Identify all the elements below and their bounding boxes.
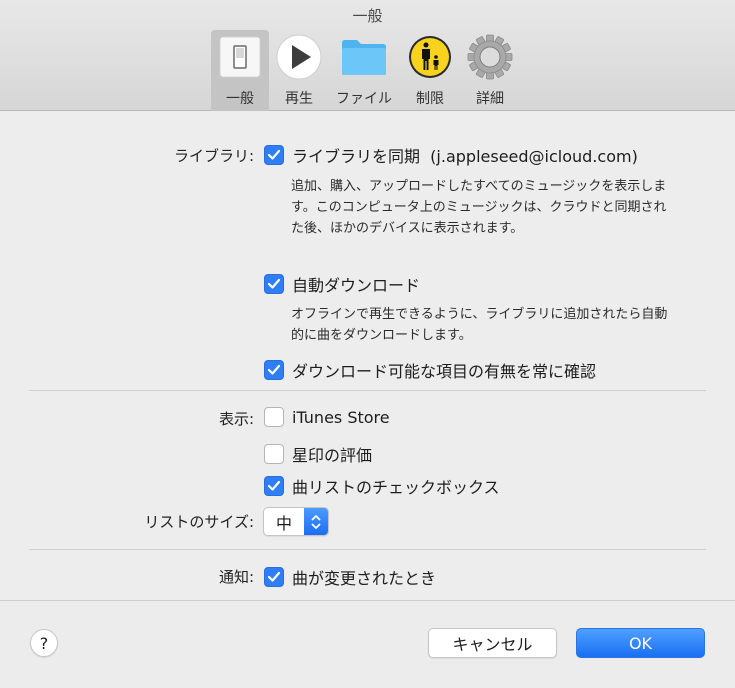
tab-label: 一般	[226, 91, 254, 107]
checkbox-checked-icon	[264, 274, 284, 294]
sync-library-checkbox[interactable]: ライブラリを同期 (j.appleseed@icloud.com)	[264, 143, 638, 167]
sync-library-description: 追加、購入、アップロードしたすべてのミュージックを表示します。このコンピュータ上…	[291, 179, 667, 236]
ok-button[interactable]: OK	[576, 628, 705, 658]
tab-files[interactable]: ファイル	[330, 30, 398, 111]
song-changes-label: 曲が変更されたとき	[292, 569, 437, 588]
check-downloads-checkbox[interactable]: ダウンロード可能な項目の有無を常に確認	[264, 358, 596, 382]
tab-playback[interactable]: 再生	[270, 30, 328, 111]
star-ratings-label: 星印の評価	[292, 446, 373, 465]
separator	[29, 390, 706, 391]
check-downloads-label: ダウンロード可能な項目の有無を常に確認	[292, 362, 597, 381]
cancel-button[interactable]: キャンセル	[428, 628, 557, 658]
footer-separator	[0, 600, 735, 601]
help-button[interactable]: ?	[30, 629, 58, 657]
tab-label: 再生	[285, 91, 313, 107]
up-down-chevron-icon	[304, 508, 328, 535]
help-icon: ?	[39, 633, 49, 653]
song-checkboxes-checkbox[interactable]: 曲リストのチェックボックス	[264, 474, 500, 498]
song-checkboxes-label: 曲リストのチェックボックス	[292, 478, 500, 497]
parental-controls-icon	[405, 32, 455, 82]
show-label: 表示:	[218, 410, 254, 428]
tab-label: 制限	[416, 91, 444, 107]
checkbox-checked-icon	[264, 476, 284, 496]
switch-icon	[215, 32, 265, 82]
checkbox-checked-icon	[264, 567, 284, 587]
checkbox-unchecked-icon	[264, 407, 284, 427]
list-size-popup[interactable]: 中	[263, 507, 329, 536]
library-label: ライブラリ:	[173, 147, 254, 165]
folder-icon	[339, 32, 389, 82]
checkbox-checked-icon	[264, 145, 284, 165]
gear-icon	[465, 32, 515, 82]
checkbox-unchecked-icon	[264, 444, 284, 464]
song-changes-checkbox[interactable]: 曲が変更されたとき	[264, 565, 436, 589]
tab-label: 詳細	[476, 91, 504, 107]
tab-label: ファイル	[336, 91, 392, 107]
preferences-toolbar: 一般 一般 再生 ファイル 制限 詳細	[0, 0, 735, 111]
star-ratings-checkbox[interactable]: 星印の評価	[264, 442, 372, 466]
separator	[29, 549, 706, 550]
itunes-store-label: iTunes Store	[292, 407, 390, 427]
tab-general[interactable]: 一般	[211, 30, 269, 111]
play-icon	[274, 32, 324, 82]
sync-library-label: ライブラリを同期 (j.appleseed@icloud.com)	[292, 147, 638, 166]
notifications-label: 通知:	[218, 568, 254, 586]
list-size-value: 中	[275, 513, 292, 533]
tab-advanced[interactable]: 詳細	[462, 30, 518, 111]
tab-restrictions[interactable]: 制限	[402, 30, 458, 111]
auto-download-description: オフラインで再生できるように、ライブラリに追加されたら自動的に曲をダウンロードし…	[291, 307, 668, 343]
auto-download-label: 自動ダウンロード	[292, 276, 421, 295]
window-title: 一般	[352, 7, 383, 25]
itunes-store-checkbox[interactable]: iTunes Store	[264, 407, 390, 427]
auto-download-checkbox[interactable]: 自動ダウンロード	[264, 272, 420, 296]
checkbox-checked-icon	[264, 360, 284, 380]
list-size-label: リストのサイズ:	[144, 513, 254, 531]
